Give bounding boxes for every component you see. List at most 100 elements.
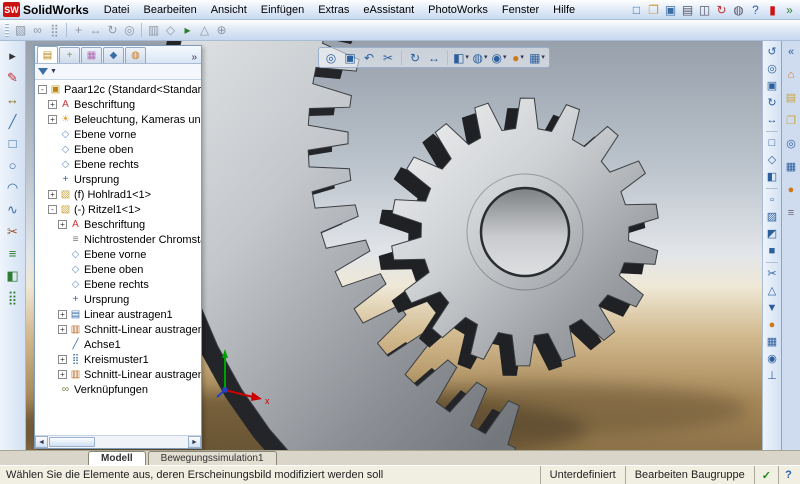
- doc-tab-modell[interactable]: Modell: [88, 451, 146, 465]
- pan-icon[interactable]: ↔: [764, 112, 780, 128]
- shaded-with-edges-icon[interactable]: ◩: [764, 226, 780, 242]
- custom-properties-icon[interactable]: ≡: [783, 205, 799, 221]
- panel-tabs-more-icon[interactable]: »: [187, 52, 201, 63]
- section-view-icon[interactable]: ✂: [764, 266, 780, 282]
- tree-item-linear-austragen1[interactable]: +▤Linear austragen1: [35, 307, 201, 322]
- line-icon[interactable]: ╱: [4, 113, 21, 130]
- tree-item-f-hohlrad1-1[interactable]: +▧(f) Hohlrad1<1>: [35, 187, 201, 202]
- save-document-icon[interactable]: ▣: [662, 1, 679, 18]
- tree-expand-toggle[interactable]: +: [58, 355, 67, 364]
- new-document-icon[interactable]: □: [628, 1, 645, 18]
- collapse-task-pane-icon[interactable]: «: [783, 44, 799, 60]
- menu-hilfe[interactable]: Hilfe: [546, 1, 582, 19]
- appearances-scenes-icon[interactable]: ●: [783, 182, 799, 198]
- tree-expand-toggle[interactable]: +: [58, 220, 67, 229]
- tree-expand-toggle[interactable]: +: [58, 370, 67, 379]
- tree-item-ebene-rechts[interactable]: ◇Ebene rechts: [35, 157, 201, 172]
- tree-filter-row[interactable]: ▼: [35, 64, 201, 80]
- mate-icon[interactable]: ∞: [29, 22, 46, 39]
- select-icon[interactable]: ▸: [4, 47, 21, 64]
- mirror-entities-icon[interactable]: ◧: [4, 267, 21, 284]
- standard-views-icon[interactable]: ◧: [764, 169, 780, 185]
- panel-scrollbar[interactable]: ◄ ►: [35, 435, 201, 448]
- scrollbar-track[interactable]: [48, 436, 188, 448]
- file-explorer-icon[interactable]: ❐: [783, 113, 799, 129]
- exploded-view-icon[interactable]: △: [196, 22, 213, 39]
- menu-einfügen[interactable]: Einfügen: [254, 1, 311, 19]
- shadows-icon[interactable]: ▼: [764, 300, 780, 316]
- photoworks-indicator-icon[interactable]: ▮: [764, 1, 781, 18]
- tree-expand-toggle[interactable]: +: [48, 115, 57, 124]
- tree-item-ebene-vorne[interactable]: ◇Ebene vorne: [35, 247, 201, 262]
- filter-caret-icon[interactable]: ▼: [50, 68, 57, 75]
- tree-item-schnitt-linear-austragen2[interactable]: +▥Schnitt-Linear austragen2: [35, 367, 201, 382]
- tree-expand-toggle[interactable]: +: [48, 100, 57, 109]
- front-view-icon[interactable]: □: [764, 135, 780, 151]
- panel-tab-propertymanager[interactable]: +: [59, 47, 80, 63]
- appearances-icon[interactable]: ●: [764, 317, 780, 333]
- panel-tab-displaymanager[interactable]: ◍: [125, 47, 146, 63]
- tree-item-beschriftung[interactable]: +ABeschriftung: [35, 97, 201, 112]
- rebuild-icon[interactable]: ↻: [713, 1, 730, 18]
- edit-appearance-icon[interactable]: ●▾: [509, 49, 527, 66]
- view-orientation-icon[interactable]: ◧▾: [452, 49, 470, 66]
- tree-expand-toggle[interactable]: +: [48, 190, 57, 199]
- show-hidden-components-icon[interactable]: ◎: [121, 22, 138, 39]
- open-document-icon[interactable]: ❐: [645, 1, 662, 18]
- tree-item-nichtrostender-chromstahl[interactable]: ≡Nichtrostender Chromstahl: [35, 232, 201, 247]
- offset-entities-icon[interactable]: ≡: [4, 245, 21, 262]
- panel-tab-configurationmanager[interactable]: ▦: [81, 47, 102, 63]
- tree-item-paar12c-standard-standard-anz[interactable]: -▣Paar12c (Standard<Standard_Anz: [35, 82, 201, 97]
- rotate-view-icon[interactable]: ↻: [406, 49, 424, 66]
- help-icon[interactable]: ?: [747, 1, 764, 18]
- tree-expand-toggle[interactable]: +: [58, 325, 67, 334]
- spline-icon[interactable]: ∿: [4, 201, 21, 218]
- wireframe-icon[interactable]: ▫: [764, 192, 780, 208]
- menu-ansicht[interactable]: Ansicht: [204, 1, 254, 19]
- menu-bearbeiten[interactable]: Bearbeiten: [136, 1, 203, 19]
- previous-view-icon[interactable]: ↶: [360, 49, 378, 66]
- previous-view-icon[interactable]: ↺: [764, 44, 780, 60]
- normal-to-icon[interactable]: ⊥: [764, 368, 780, 384]
- menu-fenster[interactable]: Fenster: [495, 1, 546, 19]
- tree-item-ritzel1-1[interactable]: -▧(-) Ritzel1<1>: [35, 202, 201, 217]
- smart-fasteners-icon[interactable]: +: [70, 22, 87, 39]
- menu-datei[interactable]: Datei: [97, 1, 137, 19]
- zoom-to-fit-icon[interactable]: ◎: [322, 49, 340, 66]
- zoom-to-area-icon[interactable]: ▣: [341, 49, 359, 66]
- isometric-view-icon[interactable]: ◇: [764, 152, 780, 168]
- search-icon[interactable]: ◎: [783, 136, 799, 152]
- menu-photoworks[interactable]: PhotoWorks: [421, 1, 495, 19]
- menu-extras[interactable]: Extras: [311, 1, 356, 19]
- move-component-icon[interactable]: ↔: [87, 22, 104, 39]
- panel-tab-dimxpertmanager[interactable]: ◆: [103, 47, 124, 63]
- hidden-lines-visible-icon[interactable]: ▨: [764, 209, 780, 225]
- tree-expand-toggle[interactable]: -: [48, 205, 57, 214]
- circle-icon[interactable]: ○: [4, 157, 21, 174]
- smart-dimension-icon[interactable]: ↔: [4, 91, 21, 108]
- view-palette-icon[interactable]: ▦: [783, 159, 799, 175]
- arc-icon[interactable]: ◠: [4, 179, 21, 196]
- tree-expand-toggle[interactable]: -: [38, 85, 47, 94]
- apply-scene-icon[interactable]: ▦▾: [528, 49, 546, 66]
- trim-entities-icon[interactable]: ✂: [4, 223, 21, 240]
- print-preview-icon[interactable]: ◫: [696, 1, 713, 18]
- reference-geometry-icon[interactable]: ◇: [162, 22, 179, 39]
- tree-item-ebene-oben[interactable]: ◇Ebene oben: [35, 262, 201, 277]
- solidworks-resources-icon[interactable]: ⌂: [783, 67, 799, 83]
- hide-show-items-icon[interactable]: ◉▾: [490, 49, 508, 66]
- toolbar-grip[interactable]: [5, 23, 9, 38]
- tree-item-ebene-oben[interactable]: ◇Ebene oben: [35, 142, 201, 157]
- insert-component-icon[interactable]: ▧: [12, 22, 29, 39]
- component-pattern-icon[interactable]: ⣿: [46, 22, 63, 39]
- tree-item-ebene-rechts[interactable]: ◇Ebene rechts: [35, 277, 201, 292]
- status-help-button[interactable]: ?: [778, 466, 798, 484]
- tree-item-ursprung[interactable]: +Ursprung: [35, 292, 201, 307]
- camera-icon[interactable]: ◉: [764, 351, 780, 367]
- tree-item-achse1[interactable]: ╱Achse1: [35, 337, 201, 352]
- rotate-view-icon[interactable]: ↻: [764, 95, 780, 111]
- options-icon[interactable]: ◍: [730, 1, 747, 18]
- pan-icon[interactable]: ↔: [425, 49, 443, 66]
- scroll-left-icon[interactable]: ◄: [35, 436, 48, 448]
- tree-item-verkn-pfungen[interactable]: ∞Verknüpfungen: [35, 382, 201, 397]
